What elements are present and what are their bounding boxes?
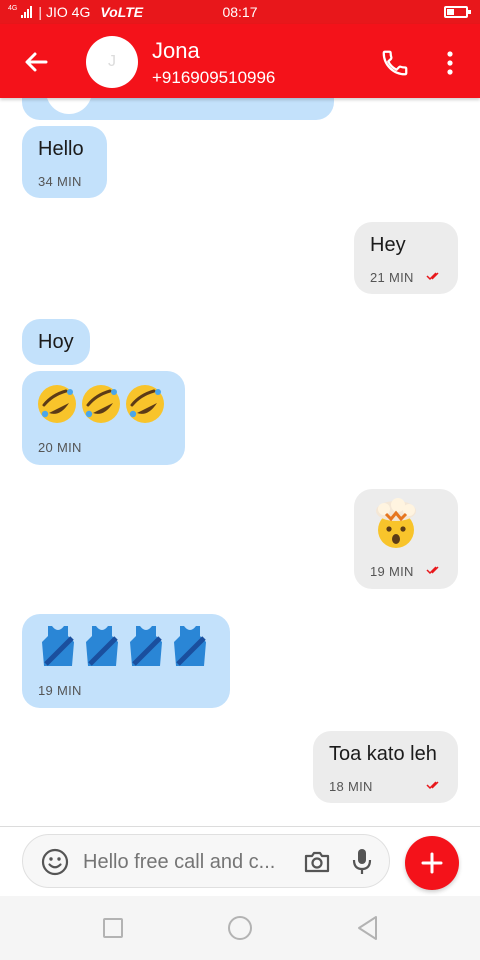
message-list[interactable]: Hello 34 MIN Hey 21 MIN Hoy 20 MIN 19 MI… bbox=[0, 98, 480, 826]
avatar-image bbox=[46, 98, 92, 114]
add-attachment-button[interactable] bbox=[405, 836, 459, 890]
rolling-on-floor-laughing-icon bbox=[38, 385, 76, 423]
recent-apps-button[interactable] bbox=[103, 918, 123, 938]
exploding-head-icon bbox=[376, 498, 416, 548]
camera-button[interactable] bbox=[303, 848, 331, 876]
message-text: Hello bbox=[38, 138, 84, 160]
camera-icon bbox=[304, 851, 330, 873]
more-vertical-icon bbox=[447, 51, 453, 75]
message-time: 18 MIN bbox=[329, 779, 373, 794]
rolling-on-floor-laughing-icon bbox=[82, 385, 120, 423]
message-input[interactable] bbox=[83, 849, 293, 875]
smiley-icon bbox=[41, 848, 69, 876]
message-text: Hey bbox=[370, 234, 406, 256]
running-shirt-icon bbox=[86, 626, 118, 666]
system-back-button[interactable] bbox=[356, 915, 380, 941]
chat-header: J Jona +916909510996 bbox=[0, 24, 480, 98]
message-time: 19 MIN bbox=[38, 683, 82, 698]
message-composer[interactable] bbox=[22, 834, 390, 888]
system-nav-bar bbox=[0, 896, 480, 960]
message-time: 21 MIN bbox=[370, 270, 414, 285]
contact-phone: +916909510996 bbox=[152, 68, 276, 87]
mic-button[interactable] bbox=[351, 847, 373, 877]
read-receipt-icon bbox=[426, 566, 439, 575]
home-button[interactable] bbox=[228, 916, 252, 940]
back-triangle-icon bbox=[358, 916, 377, 940]
status-bar: 4G | JIO 4G VoLTE 08:17 bbox=[0, 0, 480, 24]
running-shirt-icon bbox=[42, 626, 74, 666]
read-receipt-icon bbox=[426, 781, 439, 790]
call-button[interactable] bbox=[380, 48, 410, 78]
message-bubble-clipped[interactable] bbox=[22, 98, 334, 120]
microphone-icon bbox=[352, 849, 372, 874]
contact-avatar[interactable]: J bbox=[86, 36, 138, 88]
message-bubble-outgoing[interactable]: 19 MIN bbox=[354, 489, 458, 589]
battery-icon bbox=[444, 6, 471, 18]
emoji-button[interactable] bbox=[41, 848, 69, 876]
read-receipt-icon bbox=[426, 272, 439, 281]
emoji-row bbox=[38, 624, 210, 668]
input-divider bbox=[0, 826, 480, 827]
avatar-initial: J bbox=[108, 53, 116, 70]
running-shirt-icon bbox=[130, 626, 162, 666]
running-shirt-icon bbox=[174, 626, 206, 666]
back-button[interactable] bbox=[18, 44, 54, 80]
message-bubble-outgoing[interactable]: Hey 21 MIN bbox=[354, 222, 458, 294]
contact-name[interactable]: Jona bbox=[152, 38, 200, 64]
message-text: Hoy bbox=[38, 331, 74, 353]
more-options-button[interactable] bbox=[440, 48, 460, 78]
message-bubble-incoming[interactable]: 20 MIN bbox=[22, 371, 185, 465]
message-time: 20 MIN bbox=[38, 440, 82, 455]
message-time: 34 MIN bbox=[38, 174, 82, 189]
message-time: 19 MIN bbox=[370, 564, 414, 579]
back-arrow-icon bbox=[25, 52, 48, 72]
rolling-on-floor-laughing-icon bbox=[126, 385, 164, 423]
message-text: Toa kato leh bbox=[329, 743, 437, 765]
message-bubble-incoming[interactable]: Hoy bbox=[22, 319, 90, 365]
plus-icon bbox=[421, 852, 443, 874]
emoji-row bbox=[36, 383, 166, 425]
status-time: 08:17 bbox=[222, 4, 258, 20]
phone-icon bbox=[382, 50, 408, 76]
message-bubble-incoming[interactable]: Hello 34 MIN bbox=[22, 126, 107, 198]
message-bubble-outgoing[interactable]: Toa kato leh 18 MIN bbox=[313, 731, 458, 803]
message-bubble-incoming[interactable]: 19 MIN bbox=[22, 614, 230, 708]
